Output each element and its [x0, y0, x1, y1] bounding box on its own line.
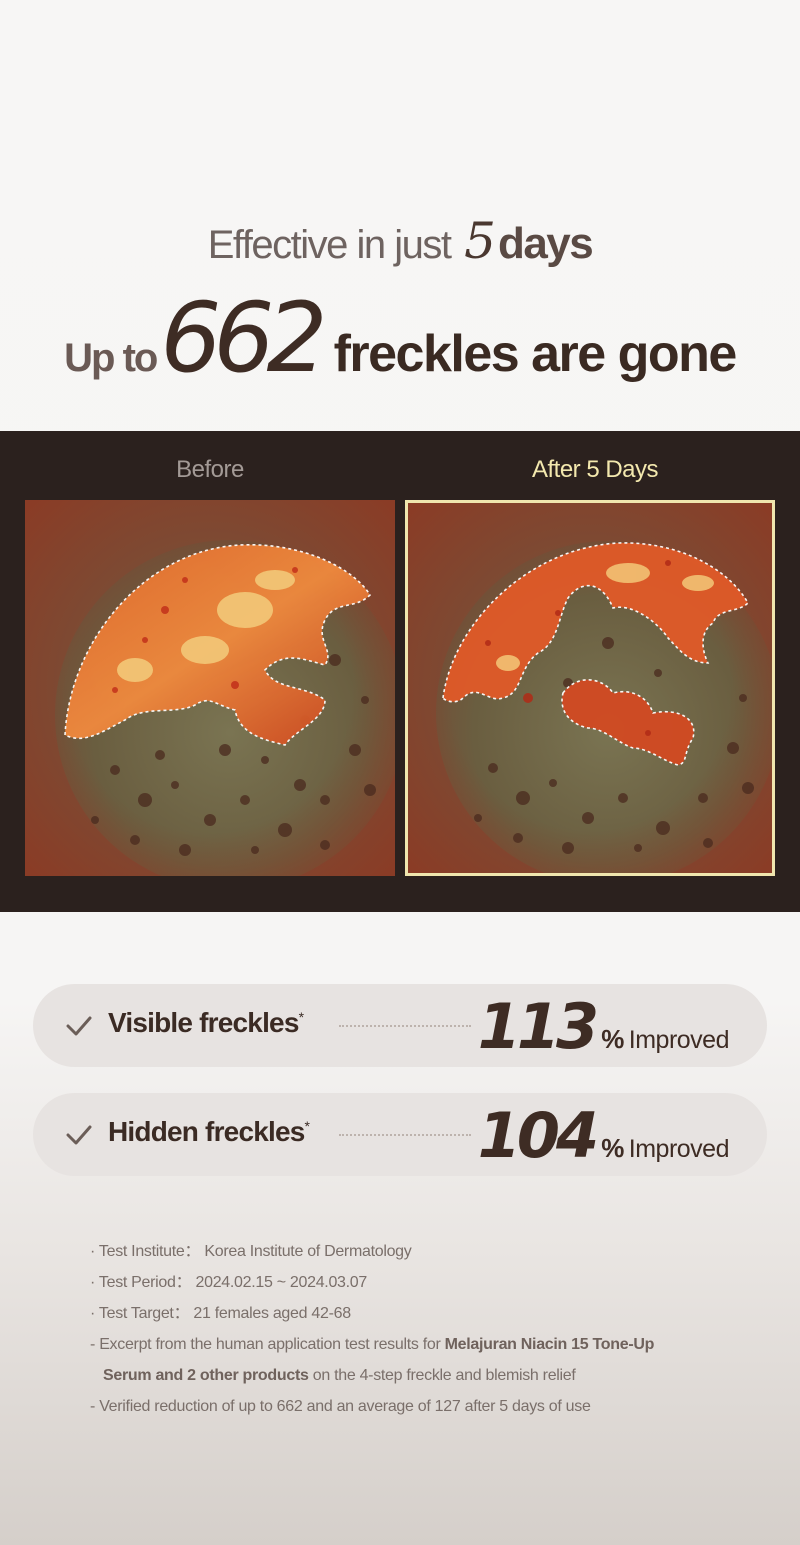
hero-section: Effective in just 5days Up to662 freckles… — [0, 0, 800, 430]
headline-line-2: Up to662 freckles are gone — [0, 282, 800, 394]
note-label: Test Period — [98, 1274, 176, 1291]
before-skin-image — [25, 500, 395, 876]
headline-big-number: 662 — [160, 282, 327, 394]
note-target: · Test Target： 21 females aged 42-68 — [90, 1305, 351, 1322]
checkmark-icon — [66, 1125, 92, 1145]
note-excerpt-cont: Serum and 2 other products on the 4-step… — [90, 1360, 730, 1391]
note-value: Korea Institute of Dermatology — [204, 1243, 412, 1260]
headline-up-to: Up to — [64, 336, 158, 380]
headline-prefix: Effective in just — [207, 223, 452, 267]
before-label: Before — [176, 456, 244, 483]
stat-label: Visible freckles* — [108, 1007, 304, 1039]
note-period: · Test Period： 2024.02.15 ~ 2024.03.07 — [90, 1274, 368, 1291]
note-label: Test Institute — [98, 1243, 185, 1260]
stat-improved-text: Improved — [628, 1026, 730, 1054]
dotted-leader — [339, 1134, 471, 1136]
note-value: 21 females aged 42-68 — [193, 1305, 351, 1322]
stat-number: 104 — [477, 1099, 599, 1172]
headline-days-word: days — [497, 219, 594, 268]
note-label: Test Target — [98, 1305, 174, 1322]
stat-number: 113 — [477, 990, 599, 1063]
after-label: After 5 Days — [531, 456, 659, 483]
checkmark-icon — [66, 1016, 92, 1036]
stat-label-text: Hidden freckles — [108, 1116, 305, 1147]
note-verified: - Verified reduction of up to 662 and an… — [90, 1398, 591, 1415]
note-text: on the 4-step freckle and blemish relief — [312, 1367, 576, 1384]
before-after-section: Before After 5 Days — [0, 431, 800, 912]
stat-percent-sign: % — [601, 1133, 625, 1163]
stat-percent-sign: % — [601, 1024, 625, 1054]
note-product: Melajuran Niacin 15 Tone-Up — [444, 1336, 655, 1353]
footnote-mark: * — [304, 1118, 310, 1134]
note-product: Serum and 2 other products — [103, 1367, 309, 1384]
after-skin-image — [405, 500, 775, 876]
note-institute: · Test Institute： Korea Institute of Der… — [90, 1243, 412, 1260]
stat-improved-text: Improved — [628, 1135, 730, 1163]
note-excerpt: - Excerpt from the human application tes… — [90, 1336, 655, 1353]
note-text: Excerpt from the human application test … — [99, 1336, 441, 1353]
note-text: Verified reduction of up to 662 and an a… — [99, 1398, 591, 1415]
note-value: 2024.02.15 ~ 2024.03.07 — [195, 1274, 368, 1291]
footnote-mark: * — [298, 1009, 304, 1025]
stat-pill-visible-freckles: Visible freckles* 113% Improved — [33, 984, 767, 1067]
headline-line-1: Effective in just 5days — [0, 212, 800, 270]
stat-value: 104% Improved — [477, 1099, 730, 1172]
test-notes: · Test Institute： Korea Institute of Der… — [90, 1236, 730, 1422]
headline-freckles-gone: freckles are gone — [333, 325, 738, 383]
dotted-leader — [339, 1025, 471, 1027]
stat-label: Hidden freckles* — [108, 1116, 310, 1148]
stat-value: 113% Improved — [477, 990, 730, 1063]
stat-pill-hidden-freckles: Hidden freckles* 104% Improved — [33, 1093, 767, 1176]
stat-label-text: Visible freckles — [108, 1007, 299, 1038]
headline-days-number: 5 — [464, 212, 496, 270]
